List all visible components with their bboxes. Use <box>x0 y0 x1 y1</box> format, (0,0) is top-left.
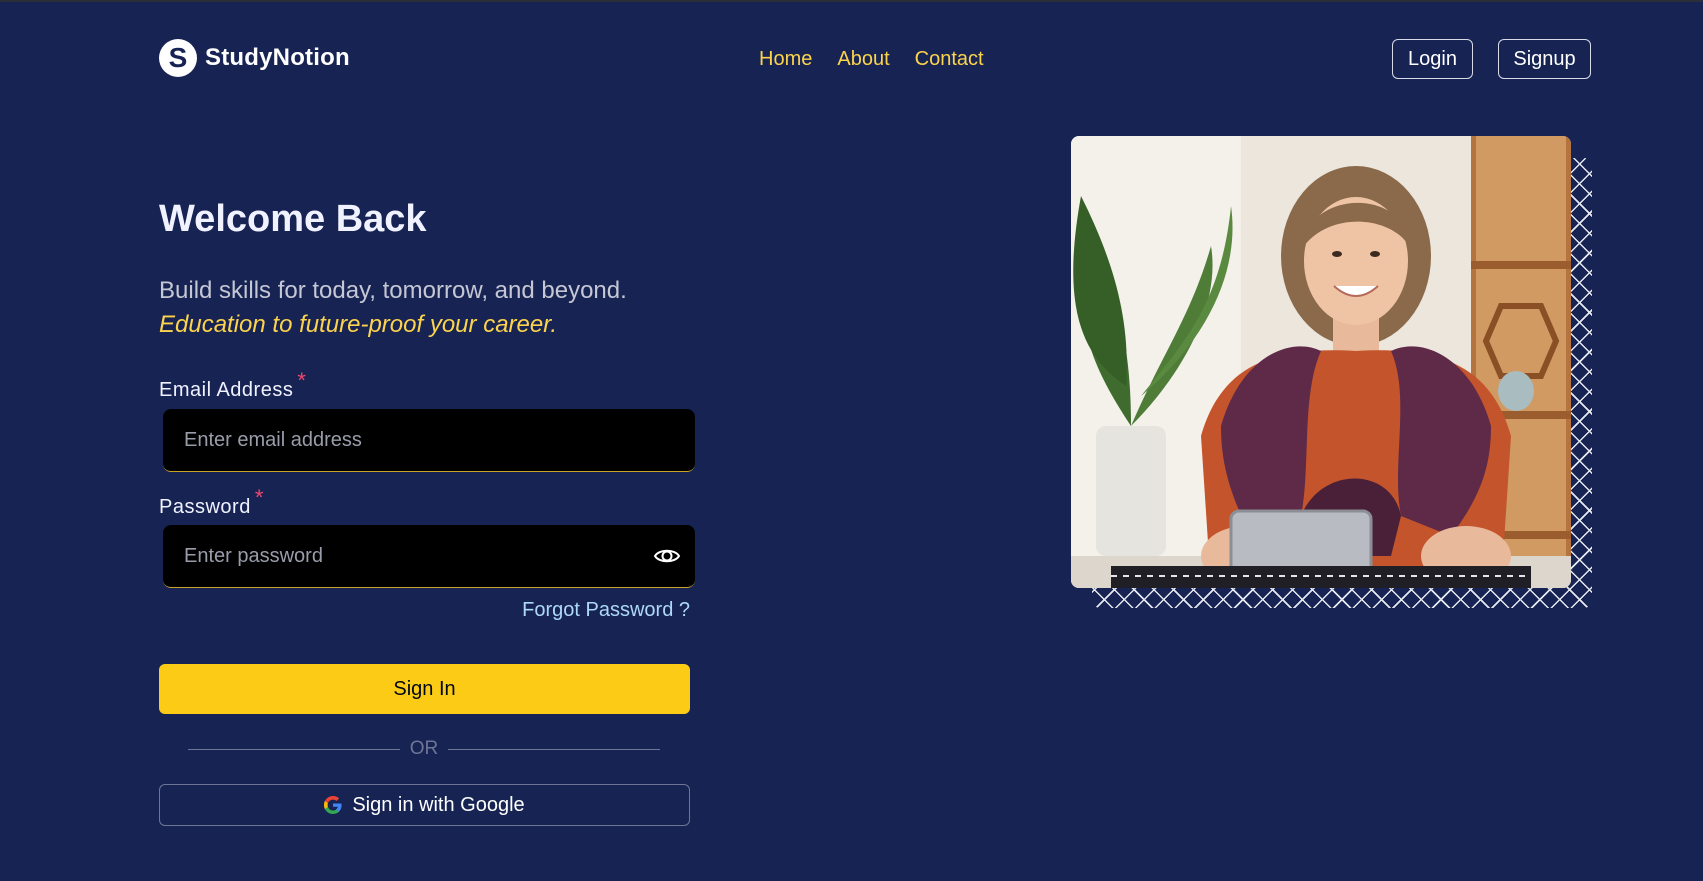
logo-badge: S <box>159 39 197 77</box>
email-label: Email Address * <box>159 368 306 402</box>
google-button-label: Sign in with Google <box>352 793 525 816</box>
brand-name: StudyNotion <box>205 44 350 71</box>
required-mark: * <box>297 368 307 393</box>
subtitle-text: Build skills for today, tomorrow, and be… <box>159 277 627 304</box>
student-photo <box>1071 136 1571 588</box>
divider-text: OR <box>409 738 439 759</box>
brand-logo[interactable]: S StudyNotion <box>159 39 350 77</box>
nav-link-contact[interactable]: Contact <box>915 48 984 71</box>
email-field[interactable]: Enter email address <box>163 409 695 472</box>
sign-in-button[interactable]: Sign In <box>159 664 690 714</box>
password-field[interactable]: Enter password <box>163 525 695 588</box>
main-nav: Home About Contact <box>759 48 984 71</box>
nav-link-home[interactable]: Home <box>759 48 812 71</box>
password-label: Password * <box>159 485 264 519</box>
page-title: Welcome Back <box>159 198 427 240</box>
or-divider: OR <box>188 738 660 760</box>
password-placeholder: Enter password <box>184 544 323 567</box>
password-label-text: Password <box>159 496 251 518</box>
forgot-password-link[interactable]: Forgot Password ? <box>522 599 690 622</box>
subtitle-accent: Education to future-proof your career. <box>159 311 557 338</box>
divider-line-left <box>188 748 400 750</box>
login-button[interactable]: Login <box>1392 39 1473 79</box>
email-label-text: Email Address <box>159 379 294 401</box>
google-sign-in-button[interactable]: Sign in with Google <box>159 784 690 826</box>
email-placeholder: Enter email address <box>184 428 362 451</box>
signup-button[interactable]: Signup <box>1498 39 1591 79</box>
subtitle: Build skills for today, tomorrow, and be… <box>159 274 627 342</box>
hero-image <box>1071 136 1571 588</box>
google-icon <box>324 796 342 814</box>
eye-icon[interactable] <box>653 543 681 569</box>
nav-link-about[interactable]: About <box>837 48 889 71</box>
divider-line-right <box>448 748 660 750</box>
required-mark: * <box>254 485 264 510</box>
